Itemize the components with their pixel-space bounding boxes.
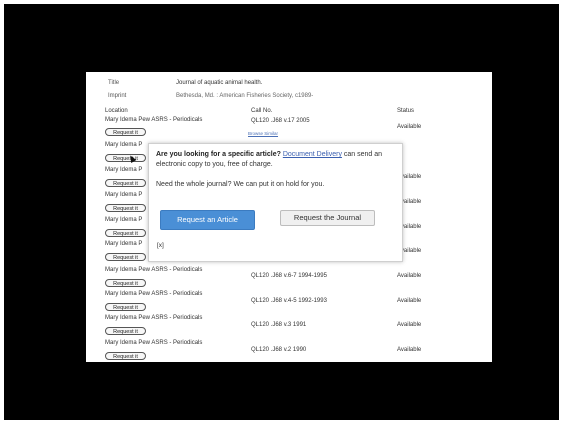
request-popup: Are you looking for a specific article? …: [148, 143, 403, 262]
title-value: Journal of aquatic animal health.: [176, 80, 263, 86]
row-status: Available: [397, 298, 422, 304]
request-it-button[interactable]: Request it: [105, 279, 146, 287]
video-frame: Title Journal of aquatic animal health. …: [4, 4, 559, 420]
browse-similar-link[interactable]: Browse Similar: [248, 131, 278, 136]
row-status: Available: [397, 347, 422, 353]
request-article-button[interactable]: Request an Article: [160, 210, 255, 230]
row-status: Available: [397, 273, 422, 279]
request-it-button[interactable]: Request it: [105, 327, 146, 335]
request-it-button[interactable]: Request it: [105, 229, 146, 237]
imprint-label: Imprint: [108, 93, 127, 99]
article-question: Are you looking for a specific article? …: [156, 150, 394, 170]
request-it-button[interactable]: Request it: [105, 303, 146, 311]
status-header: Status: [397, 108, 415, 114]
row-location: Mary Idema Pew ASRS - Periodicals: [105, 340, 203, 346]
row-call-no: QL120 .J68 v.4-5 1992-1993: [251, 298, 327, 304]
row-location: Mary Idema P: [105, 142, 143, 148]
row-location: Mary Idema Pew ASRS - Periodicals: [105, 315, 203, 321]
catalog-screen: Title Journal of aquatic animal health. …: [86, 72, 492, 362]
request-journal-button[interactable]: Request the Journal: [280, 210, 375, 226]
row-location: Mary Idema Pew ASRS - Periodicals: [105, 267, 203, 273]
request-it-button[interactable]: Request it: [105, 128, 146, 136]
row-location: Mary Idema P: [105, 241, 143, 247]
request-it-button[interactable]: Request it: [105, 253, 146, 261]
call-no-header: Call No.: [251, 108, 273, 114]
row-status: Available: [397, 322, 422, 328]
row-location: Mary Idema Pew ASRS - Periodicals: [105, 291, 203, 297]
request-it-button[interactable]: Request it: [105, 352, 146, 360]
row-location: Mary Idema Pew ASRS - Periodicals: [105, 117, 203, 123]
request-it-button[interactable]: Request it: [105, 154, 146, 162]
document-delivery-link[interactable]: Document Delivery: [283, 151, 342, 158]
hold-text: Need the whole journal? We can put it on…: [156, 181, 325, 188]
row-call-no: QL120 .J68 v.6-7 1994-1995: [251, 273, 327, 279]
row-location: Mary Idema P: [105, 217, 143, 223]
row-call-no: QL120 .J68 v.2 1990: [251, 347, 307, 353]
row-location: Mary Idema P: [105, 192, 143, 198]
close-popup-button[interactable]: [x]: [157, 242, 164, 249]
article-question-bold: Are you looking for a specific article?: [156, 151, 281, 158]
imprint-value: Bethesda, Md. : American Fisheries Socie…: [176, 93, 314, 99]
location-header: Location: [105, 108, 128, 114]
row-status: Available: [397, 124, 422, 130]
row-call-no: QL120 .J68 v.3 1991: [251, 322, 307, 328]
row-call-no: QL120 .J68 v.17 2005: [251, 118, 310, 124]
request-it-button[interactable]: Request it: [105, 179, 146, 187]
request-it-button[interactable]: Request it: [105, 204, 146, 212]
row-location: Mary Idema P: [105, 167, 143, 173]
title-label: Title: [108, 80, 120, 86]
